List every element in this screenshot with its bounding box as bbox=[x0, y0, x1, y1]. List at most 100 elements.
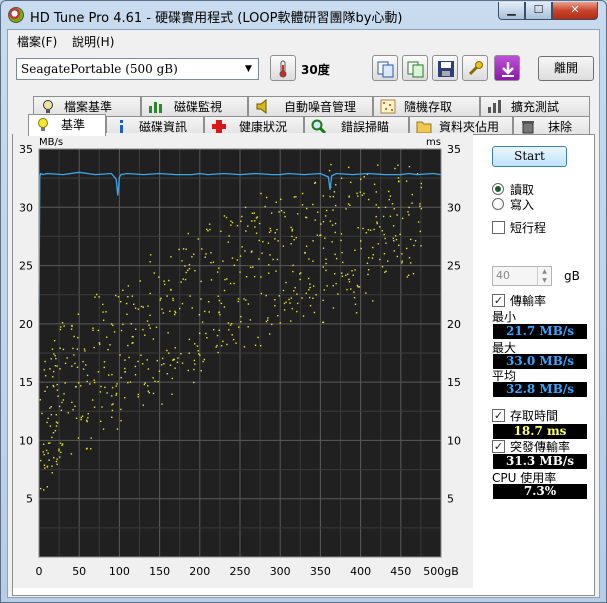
access-time-point bbox=[46, 421, 48, 424]
access-time-point bbox=[231, 257, 234, 259]
tab-disk-monitor[interactable]: 磁碟監視 bbox=[141, 96, 248, 116]
access-time-point bbox=[64, 362, 67, 365]
start-button[interactable]: Start bbox=[492, 146, 567, 167]
read-radio[interactable] bbox=[492, 183, 504, 195]
access-time-point bbox=[180, 353, 182, 355]
close-button[interactable]: ✕ bbox=[552, 2, 598, 20]
minimize-button[interactable]: ▁ bbox=[498, 2, 525, 20]
access-time-point bbox=[290, 297, 293, 299]
access-time-point bbox=[237, 298, 240, 300]
access-time-point bbox=[73, 335, 75, 338]
access-time-point bbox=[358, 286, 361, 288]
access-time-point bbox=[113, 331, 116, 333]
write-radio[interactable] bbox=[492, 198, 504, 210]
access-time-point bbox=[304, 252, 306, 254]
temperature-button[interactable] bbox=[270, 55, 296, 81]
access-time-point bbox=[299, 278, 301, 281]
access-time-point bbox=[216, 334, 219, 337]
access-time-point bbox=[360, 178, 362, 180]
save-button[interactable] bbox=[432, 55, 458, 81]
access-time-point bbox=[125, 302, 128, 305]
access-time-point bbox=[347, 273, 349, 275]
access-time-checkbox[interactable]: ✓ bbox=[492, 409, 505, 422]
tab-random-access[interactable]: 隨機存取 bbox=[373, 96, 480, 116]
access-time-point bbox=[56, 458, 58, 460]
access-time-point bbox=[407, 211, 409, 213]
app-icon[interactable] bbox=[8, 7, 24, 23]
access-time-point bbox=[62, 348, 65, 351]
access-time-point bbox=[325, 258, 327, 260]
access-time-point bbox=[291, 307, 293, 310]
access-time-point bbox=[115, 392, 118, 395]
access-time-point bbox=[353, 291, 355, 293]
access-time-point bbox=[379, 226, 381, 228]
access-time-point bbox=[420, 186, 422, 189]
tab-aam[interactable]: 自動噪音管理 bbox=[248, 96, 373, 116]
write-label: 寫入 bbox=[510, 198, 535, 212]
access-time-point bbox=[377, 164, 379, 166]
access-time-point bbox=[384, 206, 387, 209]
access-time-point bbox=[42, 451, 44, 453]
access-time-point bbox=[193, 359, 196, 362]
drive-select[interactable]: SeagatePortable (500 gB) ▼ bbox=[16, 58, 259, 80]
access-time-point bbox=[199, 354, 201, 356]
access-time-point bbox=[408, 256, 411, 259]
tab-file-benchmark[interactable]: 檔案基準 bbox=[33, 96, 141, 116]
access-time-point bbox=[283, 309, 286, 311]
access-time-point bbox=[152, 338, 155, 340]
access-time-point bbox=[322, 299, 324, 302]
maximize-button[interactable]: ☐ bbox=[525, 2, 552, 20]
title-bar[interactable]: HD Tune Pro 4.61 - 硬碟實用程式 (LOOP軟體研習團隊by心… bbox=[1, 1, 606, 29]
access-time-point bbox=[396, 255, 399, 258]
access-time-point bbox=[408, 206, 410, 209]
access-time-point bbox=[112, 403, 114, 405]
access-time-point bbox=[124, 367, 126, 370]
tab-extra-tests[interactable]: 擴充測試 bbox=[480, 96, 590, 116]
transfer-rate-checkbox[interactable]: ✓ bbox=[492, 294, 505, 307]
access-time-point bbox=[43, 489, 45, 491]
exit-button[interactable]: 離開 bbox=[538, 56, 594, 81]
copy-screenshot-button[interactable] bbox=[402, 55, 428, 81]
options-button[interactable] bbox=[462, 55, 488, 81]
access-time-point bbox=[384, 237, 386, 240]
access-time-point bbox=[49, 368, 51, 370]
access-time-point bbox=[278, 211, 280, 213]
access-time-point bbox=[229, 282, 232, 285]
burst-rate-checkbox[interactable]: ✓ bbox=[492, 440, 505, 453]
chevron-down-icon[interactable]: ▼ bbox=[241, 60, 256, 78]
access-time-point bbox=[200, 298, 202, 300]
access-time-point bbox=[117, 296, 120, 298]
access-time-point bbox=[201, 321, 204, 323]
tab-erase[interactable]: 抹除 bbox=[513, 116, 590, 136]
access-time-point bbox=[335, 184, 337, 186]
access-time-point bbox=[181, 362, 184, 364]
access-time-point bbox=[345, 274, 347, 277]
access-time-point bbox=[208, 311, 210, 313]
access-time-point bbox=[277, 240, 279, 242]
file-benchmark-icon bbox=[43, 100, 53, 113]
access-time-point bbox=[266, 319, 269, 321]
access-time-point bbox=[274, 232, 277, 234]
access-time-point bbox=[239, 271, 241, 273]
tab-benchmark[interactable]: 基準 bbox=[28, 114, 106, 136]
access-time-point bbox=[397, 164, 399, 166]
access-time-point bbox=[74, 405, 76, 407]
access-time-point bbox=[267, 242, 270, 244]
menu-file[interactable]: 檔案(F) bbox=[17, 33, 57, 50]
copy-text-button[interactable] bbox=[372, 55, 398, 81]
access-time-point bbox=[74, 362, 76, 365]
access-time-point bbox=[384, 271, 386, 273]
access-time-point bbox=[312, 285, 315, 287]
short-stroke-checkbox[interactable] bbox=[492, 221, 505, 234]
download-button[interactable] bbox=[494, 55, 520, 81]
access-time-point bbox=[420, 245, 422, 247]
access-time-point bbox=[334, 273, 336, 275]
menu-help[interactable]: 說明(H) bbox=[72, 33, 114, 50]
short-stroke-spinner[interactable]: 40 ▲ ▼ bbox=[492, 266, 552, 286]
access-time-point bbox=[328, 169, 331, 172]
access-time-point bbox=[101, 406, 103, 408]
access-time-point bbox=[316, 234, 319, 236]
access-time-point bbox=[349, 204, 351, 207]
access-time-point bbox=[111, 409, 114, 412]
spinner-arrows-icon[interactable]: ▲ ▼ bbox=[537, 267, 551, 285]
